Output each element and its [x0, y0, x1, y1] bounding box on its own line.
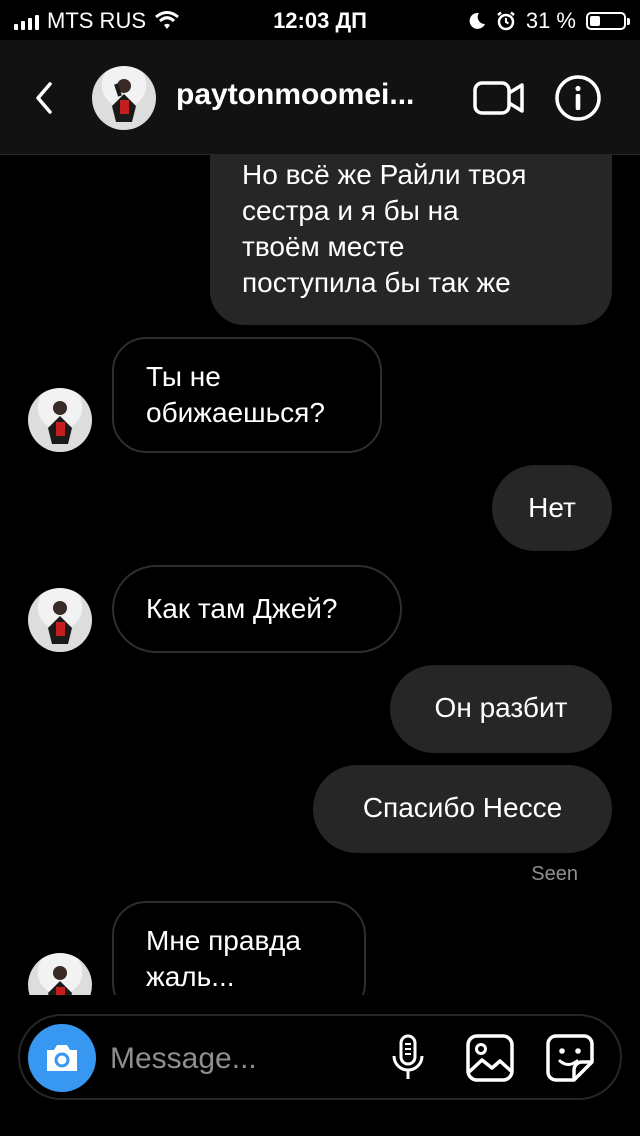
info-icon[interactable] [554, 74, 602, 122]
message-text: поступила бы так же [242, 267, 511, 298]
camera-button[interactable] [28, 1024, 96, 1092]
message-thread: Но всё же Райли твоя сестра и я бы на тв… [0, 155, 640, 995]
seen-label: Seen [531, 863, 578, 885]
chat-username[interactable]: paytonmoomei... [176, 78, 456, 112]
message-input[interactable] [108, 1034, 382, 1084]
battery-percent: 31 % [525, 8, 576, 33]
avatar-image [48, 401, 72, 444]
avatar-image [112, 79, 136, 122]
gallery-icon[interactable] [464, 1032, 516, 1084]
message-bubble[interactable]: Спасибо Нессе [313, 765, 612, 853]
avatar[interactable] [92, 66, 156, 130]
message-text: сестра и я бы на [242, 195, 459, 226]
microphone-icon[interactable] [382, 1032, 434, 1084]
chat-header: paytonmoomei... [0, 40, 640, 155]
message-text: твоём месте [242, 231, 405, 262]
message-bubble[interactable]: Мне правда жаль... [112, 901, 366, 995]
alarm-icon [497, 11, 515, 31]
sticker-icon[interactable] [544, 1032, 596, 1084]
avatar-image [48, 601, 72, 644]
message-bubble[interactable]: Ты не обижаешься? [112, 337, 382, 453]
status-right: 31 % [468, 8, 630, 34]
message-text: Нет [528, 492, 576, 523]
message-text: Мне правда [146, 925, 301, 956]
message-text: Ты не [146, 361, 221, 392]
message-text: Но всё же Райли твоя [242, 159, 527, 190]
message-composer [18, 1014, 622, 1100]
moon-icon [469, 12, 485, 29]
message-text: жаль... [146, 961, 235, 992]
avatar[interactable] [28, 588, 92, 652]
status-bar: MTS RUS 12:03 ДП 31 % [0, 0, 640, 40]
message-text: Он разбит [434, 692, 568, 723]
message-bubble[interactable]: Как там Джей? [112, 565, 402, 653]
message-text: Как там Джей? [146, 593, 338, 624]
message-bubble[interactable]: Нет [492, 465, 612, 551]
avatar[interactable] [28, 953, 92, 995]
message-text: Спасибо Нессе [362, 792, 563, 823]
video-camera-icon[interactable] [472, 78, 526, 118]
message-bubble[interactable]: Он разбит [390, 665, 612, 753]
battery-icon [586, 12, 630, 30]
avatar[interactable] [28, 388, 92, 452]
message-text: обижаешься? [146, 397, 325, 428]
chevron-left-icon[interactable] [30, 78, 60, 118]
camera-icon [47, 1045, 77, 1071]
message-bubble[interactable]: Но всё же Райли твоя сестра и я бы на тв… [210, 155, 612, 325]
avatar-image [48, 966, 72, 995]
